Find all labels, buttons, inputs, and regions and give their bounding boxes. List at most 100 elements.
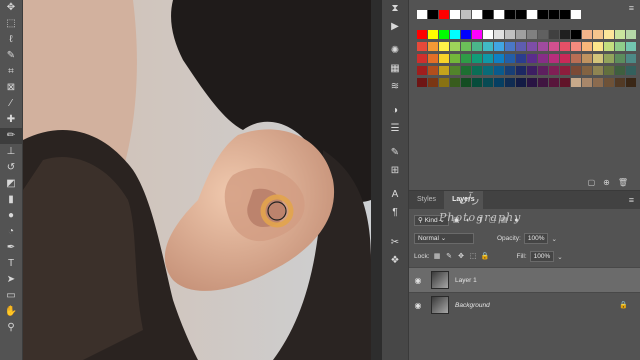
chevron-down-icon[interactable]: ⌄ — [551, 235, 556, 243]
color-swatch[interactable] — [538, 30, 548, 39]
character-icon[interactable]: A — [382, 186, 408, 204]
color-swatch[interactable] — [571, 30, 581, 39]
clone-source-icon[interactable]: ⊞ — [382, 162, 408, 180]
color-swatch[interactable] — [560, 10, 570, 19]
color-swatch[interactable] — [538, 66, 548, 75]
color-swatch[interactable] — [505, 10, 515, 19]
color-swatch[interactable] — [472, 78, 482, 87]
color-swatch[interactable] — [417, 30, 427, 39]
color-swatch[interactable] — [461, 54, 471, 63]
adjustments-icon[interactable]: ◑ — [382, 102, 408, 120]
color-swatch[interactable] — [483, 54, 493, 63]
color-swatch[interactable] — [428, 30, 438, 39]
color-swatch[interactable] — [450, 54, 460, 63]
eye-icon[interactable]: ◉ — [409, 301, 427, 310]
color-swatch[interactable] — [626, 66, 636, 75]
color-swatch[interactable] — [461, 78, 471, 87]
lock-transparent-icon[interactable]: ▦ — [433, 252, 442, 261]
pen-tool-icon[interactable]: ✒ — [0, 240, 22, 256]
color-swatch[interactable] — [626, 54, 636, 63]
crop-tool-icon[interactable]: ⌗ — [0, 64, 22, 80]
color-swatch[interactable] — [615, 78, 625, 87]
blend-mode-select[interactable]: Normal ⌄ — [414, 233, 474, 244]
color-swatch[interactable] — [582, 42, 592, 51]
color-swatch[interactable] — [494, 10, 504, 19]
history-brush-tool-icon[interactable]: ↺ — [0, 160, 22, 176]
blur-tool-icon[interactable]: ● — [0, 208, 22, 224]
color-swatch[interactable] — [472, 42, 482, 51]
lock-all-icon[interactable]: 🔒 — [481, 252, 490, 261]
color-swatch[interactable] — [516, 78, 526, 87]
color-swatch[interactable] — [494, 42, 504, 51]
color-swatch[interactable] — [472, 66, 482, 75]
color-swatch[interactable] — [593, 78, 603, 87]
color-swatch[interactable] — [494, 54, 504, 63]
color-swatch[interactable] — [549, 42, 559, 51]
color-swatch[interactable] — [527, 30, 537, 39]
color-swatch[interactable] — [439, 78, 449, 87]
color-swatch[interactable] — [549, 54, 559, 63]
color-swatch[interactable] — [439, 54, 449, 63]
color-swatch[interactable] — [560, 54, 570, 63]
color-swatch[interactable] — [516, 42, 526, 51]
marquee-tool-icon[interactable]: ⬚ — [0, 16, 22, 32]
color-swatch[interactable] — [549, 78, 559, 87]
color-swatch[interactable] — [604, 54, 614, 63]
color-swatch[interactable] — [483, 78, 493, 87]
quick-select-tool-icon[interactable]: ✎ — [0, 48, 22, 64]
spot-healing-tool-icon[interactable]: ✚ — [0, 112, 22, 128]
color-swatch[interactable] — [461, 42, 471, 51]
color-swatch[interactable] — [571, 10, 581, 19]
move-tool-icon[interactable]: ✥ — [0, 0, 22, 16]
color-swatch[interactable] — [560, 42, 570, 51]
color-swatch[interactable] — [582, 30, 592, 39]
color-swatch[interactable] — [615, 42, 625, 51]
color-swatch[interactable] — [461, 10, 471, 19]
color-swatch[interactable] — [527, 10, 537, 19]
color-swatch[interactable] — [494, 30, 504, 39]
color-swatch[interactable] — [439, 30, 449, 39]
color-swatch[interactable] — [417, 42, 427, 51]
fill-field[interactable]: 100% — [529, 251, 555, 262]
color-swatch[interactable] — [527, 78, 537, 87]
color-swatch[interactable] — [582, 78, 592, 87]
color-swatch[interactable] — [483, 30, 493, 39]
color-swatch[interactable] — [417, 10, 427, 19]
color-swatch[interactable] — [615, 30, 625, 39]
color-swatch[interactable] — [593, 66, 603, 75]
new-swatch-icon[interactable]: ⊕ — [603, 178, 610, 187]
lasso-tool-icon[interactable]: ℓ — [0, 32, 22, 48]
color-swatch[interactable] — [582, 66, 592, 75]
color-swatch[interactable] — [505, 54, 515, 63]
color-swatch[interactable] — [549, 10, 559, 19]
color-swatch[interactable] — [439, 10, 449, 19]
color-swatch[interactable] — [472, 54, 482, 63]
tools-preset-icon[interactable]: ✂ — [382, 234, 408, 252]
color-swatch[interactable] — [516, 54, 526, 63]
color-swatch[interactable] — [483, 42, 493, 51]
color-swatch[interactable] — [417, 78, 427, 87]
color-swatch[interactable] — [615, 54, 625, 63]
color-swatch[interactable] — [527, 54, 537, 63]
color-swatch[interactable] — [428, 54, 438, 63]
zoom-tool-icon[interactable]: ⚲ — [0, 320, 22, 336]
history-panel-icon[interactable]: ⧗ — [382, 0, 408, 18]
play-actions-icon[interactable]: ▶ — [382, 18, 408, 36]
color-swatch[interactable] — [549, 66, 559, 75]
color-swatch[interactable] — [417, 54, 427, 63]
color-swatch[interactable] — [516, 66, 526, 75]
color-swatch[interactable] — [538, 78, 548, 87]
paragraph-icon[interactable]: ¶ — [382, 204, 408, 222]
color-swatch[interactable] — [472, 10, 482, 19]
panel-menu-icon[interactable]: ≡ — [629, 3, 634, 13]
color-swatch[interactable] — [527, 42, 537, 51]
layer-row-layer-1[interactable]: ◉ Layer 1 — [409, 267, 640, 292]
color-swatch[interactable] — [417, 66, 427, 75]
path-select-tool-icon[interactable]: ➤ — [0, 272, 22, 288]
color-swatch[interactable] — [560, 66, 570, 75]
color-swatch[interactable] — [450, 10, 460, 19]
color-swatch[interactable] — [428, 10, 438, 19]
color-wheel-icon[interactable]: ✺ — [382, 42, 408, 60]
lock-position-icon[interactable]: ✥ — [457, 252, 466, 261]
opacity-field[interactable]: 100% — [523, 233, 549, 244]
